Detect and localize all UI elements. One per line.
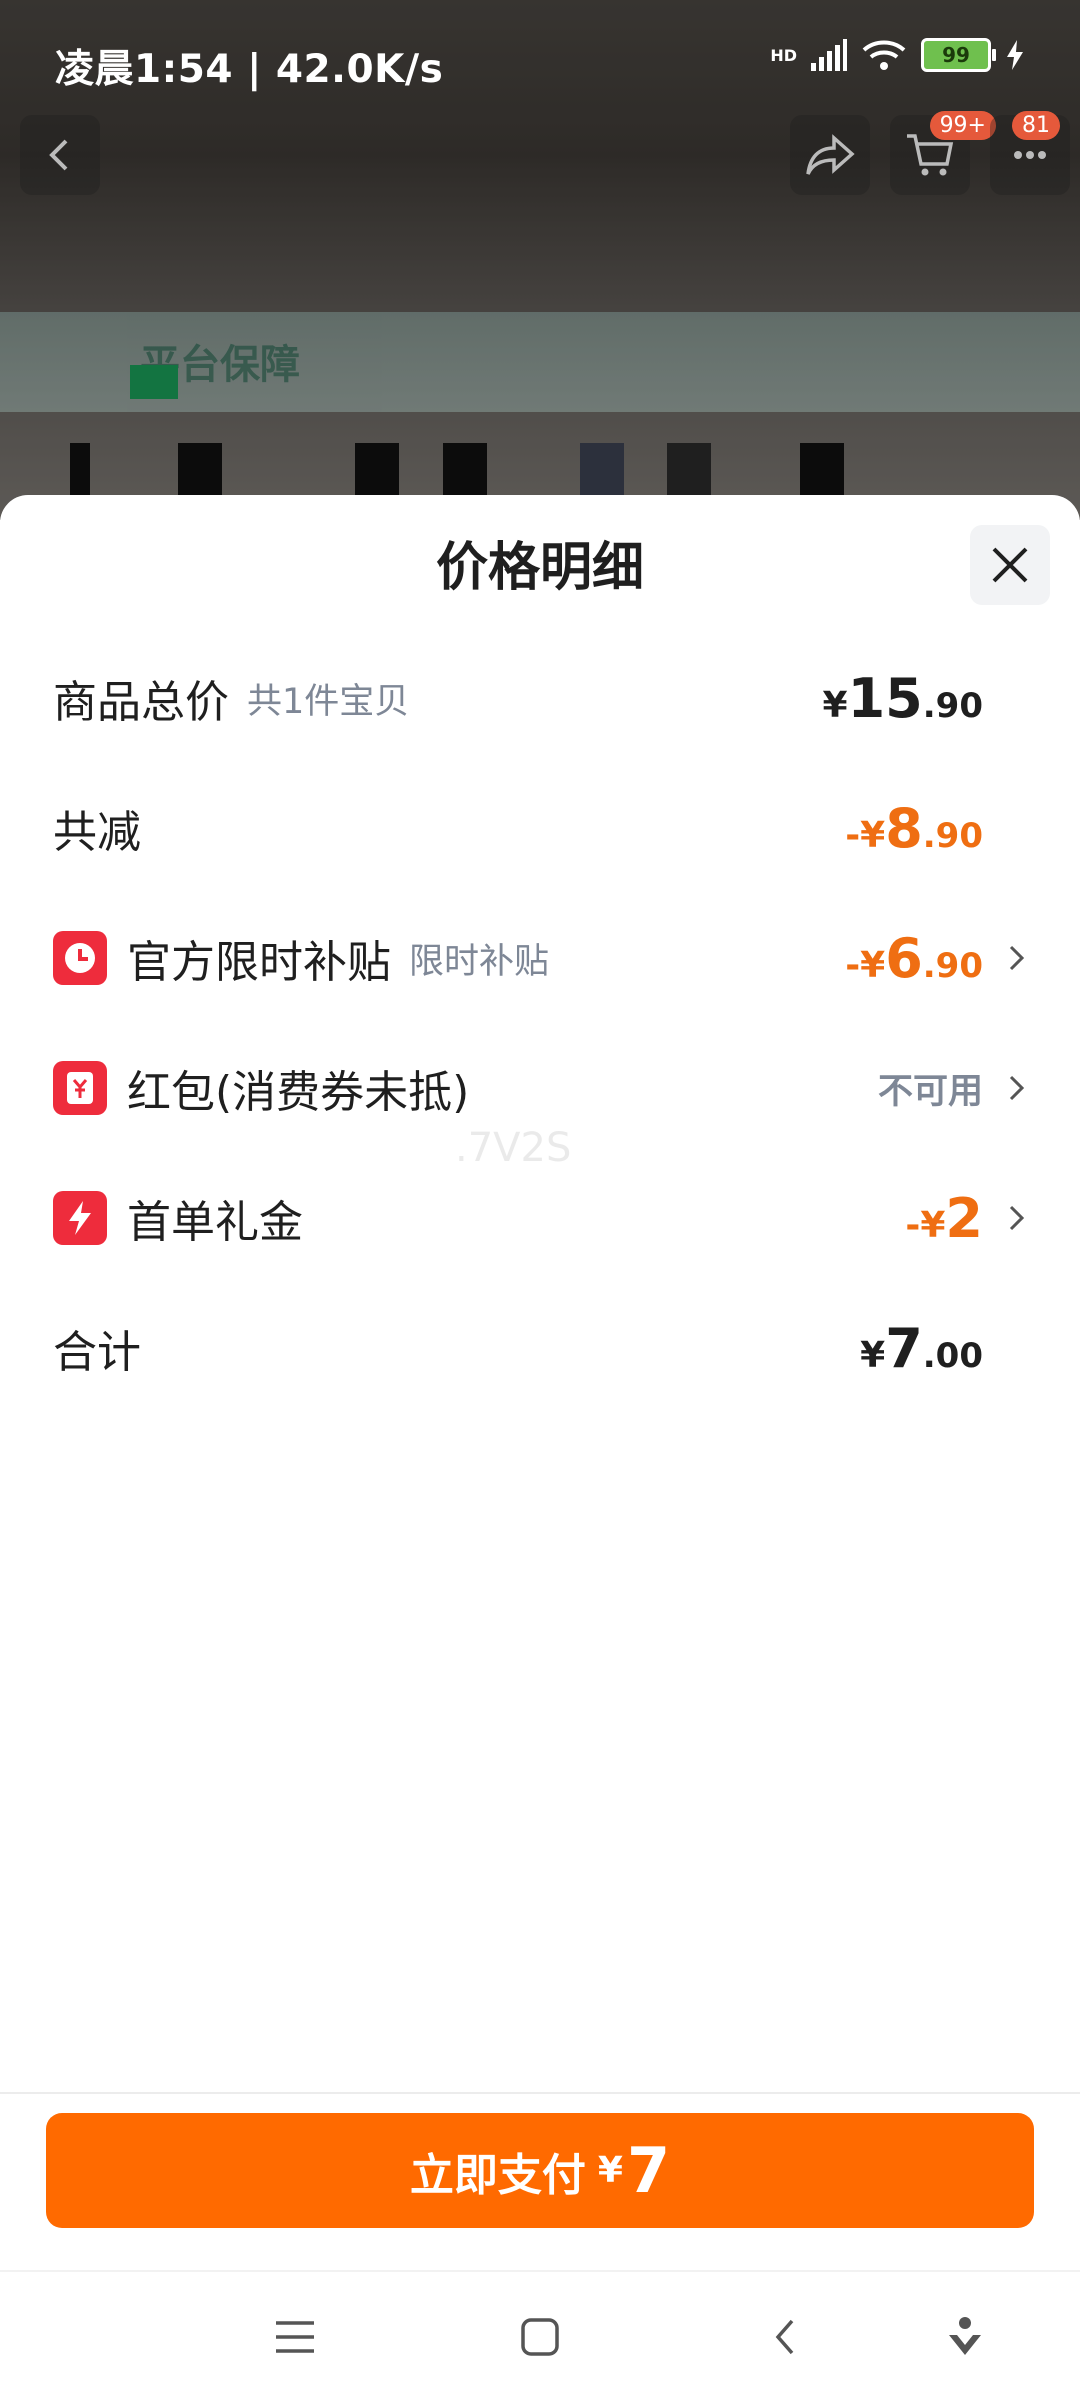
battery-icon: 99 (921, 38, 996, 72)
amount-dec: .90 (922, 945, 983, 986)
row-value: ¥15.90 (823, 667, 983, 730)
amount-int: 2 (945, 1186, 983, 1250)
row-label: 红包(消费券未抵) (127, 1067, 470, 1118)
currency: -¥ (905, 1204, 946, 1246)
row-grand-total: 合计 ¥7.00 (53, 1308, 1027, 1388)
cart-button[interactable]: 99+ (890, 111, 996, 195)
close-icon (992, 547, 1028, 583)
message-badge: 81 (1012, 111, 1060, 140)
clock-icon (53, 931, 107, 985)
pay-amount: 7 (626, 2134, 671, 2207)
back-button[interactable] (20, 115, 100, 195)
row-official-subsidy[interactable]: 官方限时补贴 限时补贴 -¥ 6.90 (53, 918, 1027, 998)
menu-icon (276, 2321, 314, 2353)
row-red-packet[interactable]: 红包(消费券未抵) 不可用 (53, 1048, 1027, 1128)
row-value: 不可用 (877, 1071, 983, 1112)
amount-int: 15 (847, 666, 923, 730)
status-bar: 凌晨1:54 | 42.0K/s HD 99 (0, 0, 1080, 95)
row-value: -¥ 6.90 (845, 927, 983, 990)
nav-back-button[interactable] (750, 2302, 820, 2372)
hd-label: HD (770, 45, 797, 65)
home-icon (521, 2318, 559, 2356)
close-button[interactable] (970, 525, 1050, 605)
wifi-icon (862, 40, 906, 70)
row-sub: 共1件宝贝 (247, 681, 410, 722)
amount-int: 8 (885, 796, 923, 860)
nav-menu-button[interactable] (260, 2302, 330, 2372)
currency: ¥ (860, 1334, 886, 1376)
system-nav-bar (0, 2270, 1080, 2402)
share-icon (806, 134, 855, 175)
cart-badge: 99+ (929, 111, 996, 140)
sheet-title: 价格明细 (435, 538, 644, 598)
amount-int: 6 (885, 926, 923, 990)
nav-home-button[interactable] (505, 2302, 575, 2372)
pay-currency: ¥ (597, 2150, 623, 2191)
chevron-right-icon (991, 943, 1027, 973)
row-item-total: 商品总价 共1件宝贝 ¥15.90 (53, 658, 1027, 738)
share-button[interactable] (790, 115, 870, 195)
more-icon (1014, 151, 1046, 159)
back-icon (775, 2319, 794, 2355)
assistant-icon (949, 2317, 981, 2355)
status-time-speed: 凌晨1:54 | 42.0K/s (55, 47, 444, 92)
red-packet-icon (53, 1061, 107, 1115)
chevron-right-icon (991, 1203, 1027, 1233)
row-total-discount: 共减 -¥ 8.90 (53, 788, 1027, 868)
message-button[interactable]: 81 (990, 111, 1070, 195)
chevron-left-icon (49, 139, 68, 171)
charging-icon (1007, 40, 1023, 70)
row-value: -¥ 2 (905, 1187, 983, 1250)
amount-dec: .90 (922, 685, 983, 726)
amount-dec: .90 (922, 815, 983, 856)
amount-int: 7 (885, 1316, 923, 1380)
pay-label: 立即支付 (409, 2149, 586, 2201)
row-first-order-gift[interactable]: 首单礼金 -¥ 2 (53, 1178, 1027, 1258)
chevron-right-icon (991, 1073, 1027, 1103)
nav-assistant-button[interactable] (930, 2302, 1000, 2372)
battery-level: 99 (942, 43, 970, 67)
row-value: ¥7.00 (860, 1317, 983, 1380)
row-label: 官方限时补贴 (127, 937, 391, 988)
currency: -¥ (845, 814, 886, 856)
footer-divider (0, 2092, 1080, 2094)
pay-now-button[interactable]: 立即支付 ¥ 7 (46, 2113, 1034, 2228)
currency: ¥ (822, 684, 848, 726)
signal-icon (811, 39, 847, 71)
row-label: 共减 (53, 807, 141, 858)
row-label: 合计 (53, 1327, 141, 1378)
currency: -¥ (845, 944, 886, 986)
row-value: -¥ 8.90 (845, 797, 983, 860)
amount-dec: .00 (922, 1335, 983, 1376)
bolt-icon (53, 1191, 107, 1245)
row-sub: 限时补贴 (409, 941, 550, 982)
product-top-bar: 99+ 81 (20, 111, 1070, 195)
row-label: 首单礼金 (127, 1197, 303, 1248)
watermark: .7V2S (455, 1125, 572, 1171)
status-icons: HD 99 (770, 38, 1025, 72)
row-label: 商品总价 (53, 677, 229, 728)
